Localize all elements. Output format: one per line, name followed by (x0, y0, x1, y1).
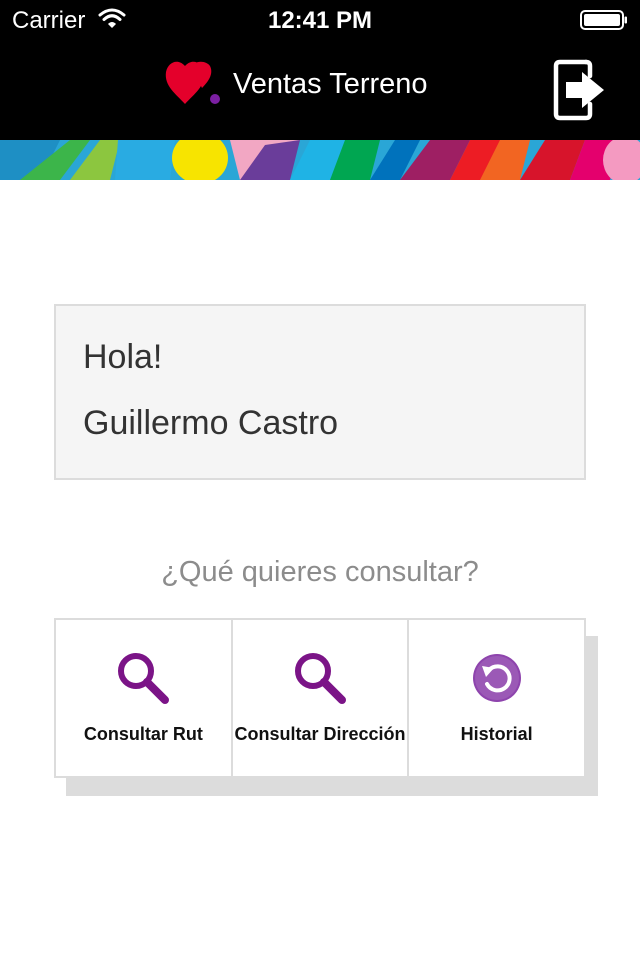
question-heading: ¿Qué quieres consultar? (161, 556, 479, 588)
heart-brand-logo (165, 61, 220, 104)
historial-button[interactable]: Historial (409, 620, 585, 776)
logout-button[interactable] (552, 58, 608, 122)
battery-icon (580, 10, 627, 30)
status-time: 12:41 PM (267, 7, 373, 34)
search-icon (295, 653, 346, 704)
nav-title: Ventas Terreno (233, 68, 428, 100)
greeting-hello: Hola! (83, 338, 163, 376)
consultar-direccion-button[interactable]: Consultar Dirección (232, 620, 408, 776)
consultar-direccion-label: Consultar Dirección (234, 724, 406, 744)
user-name: Guillermo Castro (83, 404, 339, 442)
history-icon (472, 654, 521, 702)
decorative-banner (0, 140, 640, 180)
status-bar: Carrier 12:41 PM (0, 0, 640, 40)
greeting-card: Hola! Guillermo Castro (54, 304, 586, 480)
consultar-rut-button[interactable]: Consultar Rut (56, 620, 231, 776)
search-icon (118, 653, 170, 704)
consultar-rut-label: Consultar Rut (83, 724, 203, 744)
nav-bar: Ventas Terreno (0, 40, 640, 140)
historial-label: Historial (460, 724, 533, 744)
action-tiles: Consultar Rut Consultar Dirección Histor… (54, 618, 586, 778)
